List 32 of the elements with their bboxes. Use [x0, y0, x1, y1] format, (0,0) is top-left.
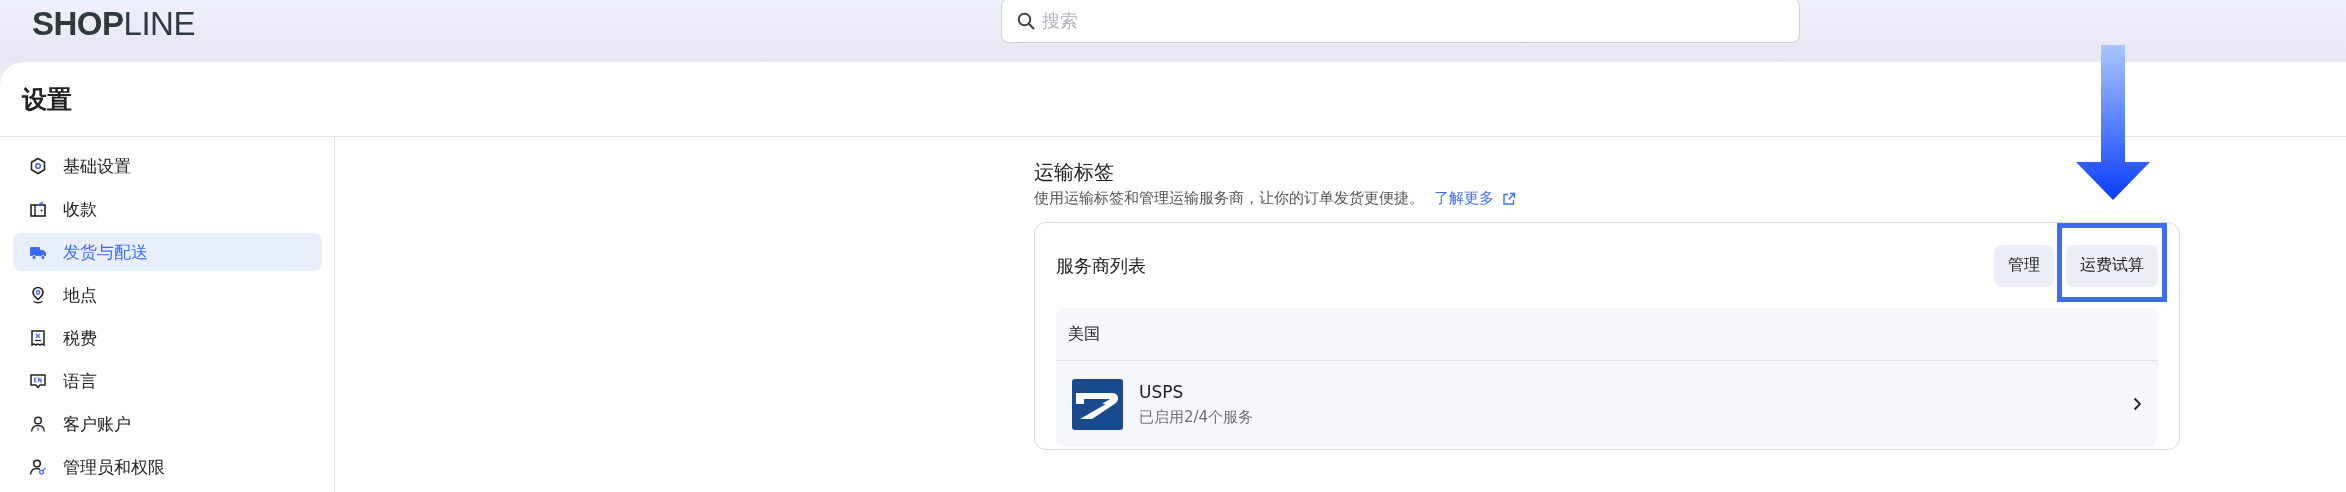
- sidebar-item[interactable]: 税费: [13, 319, 322, 357]
- section-description: 使用运输标签和管理运输服务商，让你的订单发货更便捷。: [1034, 189, 1424, 208]
- language-icon: [29, 372, 47, 390]
- wallet-icon: [29, 200, 47, 218]
- logo[interactable]: SHOPLINE: [32, 6, 195, 42]
- chevron-right-icon: [2133, 397, 2142, 411]
- action-button[interactable]: 管理: [1994, 244, 2054, 287]
- sidebar-item[interactable]: 收款: [13, 190, 322, 228]
- card-title: 服务商列表: [1056, 253, 1146, 278]
- section-title: 运输标签: [1034, 159, 1115, 186]
- location-pin-icon: [29, 286, 47, 304]
- page-title: 设置: [22, 83, 72, 116]
- sidebar-item[interactable]: 语言: [13, 362, 322, 400]
- external-link-icon: [1502, 191, 1516, 206]
- receipt-icon: [29, 329, 47, 347]
- sidebar-item[interactable]: 管理员和权限: [13, 448, 322, 486]
- sidebar-item[interactable]: 发货与配送: [13, 233, 322, 271]
- action-button[interactable]: 运费试算: [2066, 244, 2158, 287]
- carrier-name: USPS: [1139, 381, 1185, 402]
- down-arrow-icon: [2075, 44, 2151, 201]
- search-field[interactable]: 搜索: [1001, 0, 1800, 43]
- sidebar-item[interactable]: 基础设置: [13, 147, 322, 185]
- sidebar-item[interactable]: 地点: [13, 276, 322, 314]
- user-key-icon: [29, 458, 47, 476]
- hexagon-icon: [29, 157, 47, 175]
- search-icon: [1017, 12, 1035, 30]
- learn-more-link[interactable]: 了解更多: [1434, 189, 1516, 208]
- sidebar-item[interactable]: 客户账户: [13, 405, 322, 443]
- country-label: 美国: [1056, 308, 2158, 361]
- carrier-status: 已启用2/4个服务: [1139, 407, 1255, 427]
- user-icon: [29, 415, 47, 433]
- carrier-row[interactable]: USPS 已启用2/4个服务: [1056, 361, 2158, 447]
